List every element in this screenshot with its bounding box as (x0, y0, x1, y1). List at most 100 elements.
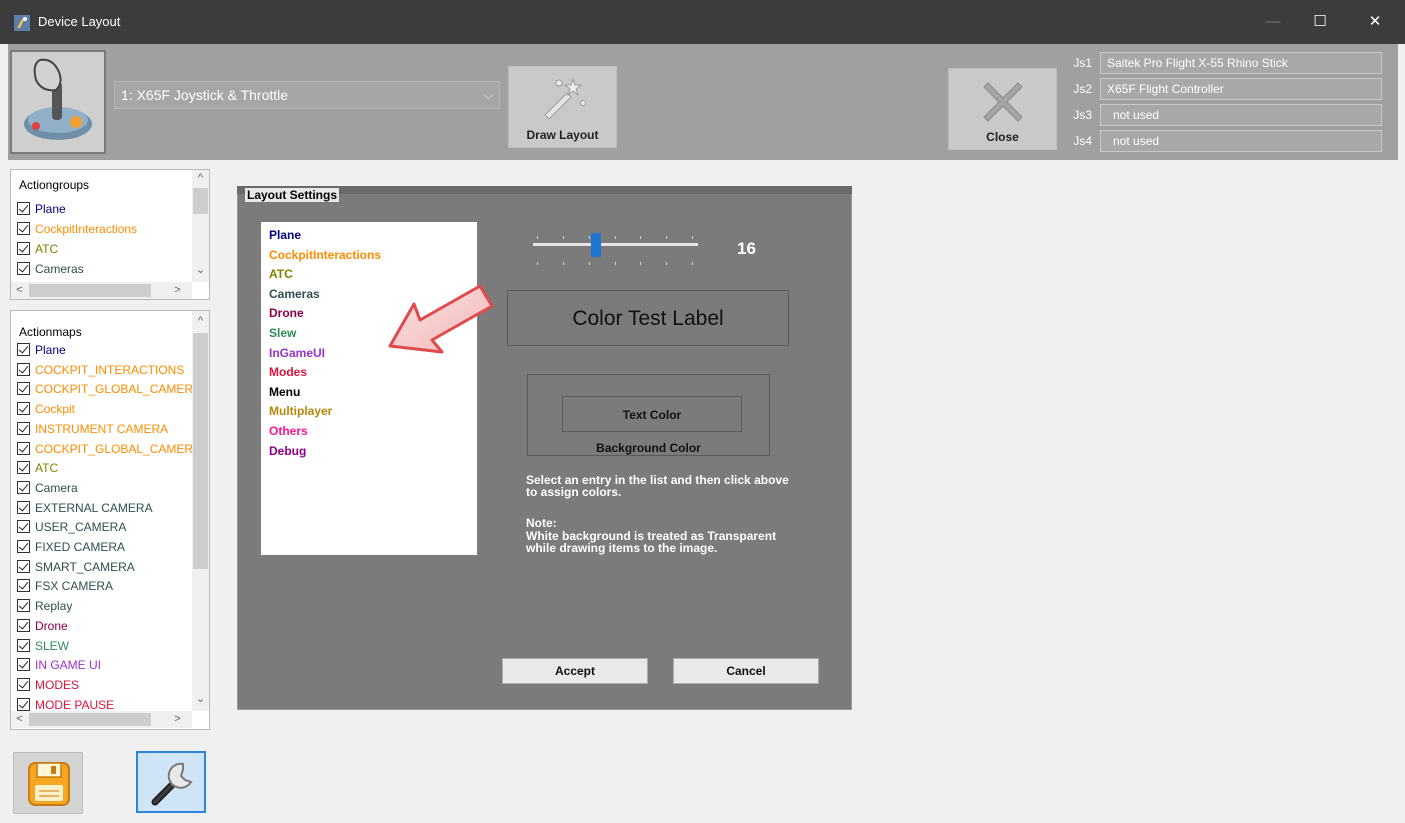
actiongroup-item[interactable]: ATC (17, 241, 189, 260)
actionmap-item[interactable]: MODES (17, 677, 193, 696)
scroll-right-icon[interactable]: > (169, 282, 186, 299)
scroll-down-icon[interactable]: ⌄ (192, 262, 209, 279)
maximize-button[interactable]: ☐ (1297, 0, 1343, 44)
checkbox-checked-icon[interactable] (17, 638, 30, 652)
actiongroups-hscroll[interactable]: < > (11, 282, 192, 299)
color-list-item[interactable]: Drone (269, 306, 304, 320)
settings-button[interactable] (136, 751, 206, 813)
actionmap-item[interactable]: USER_CAMERA (17, 519, 193, 538)
checkbox-checked-icon[interactable] (17, 579, 30, 593)
window-close-button[interactable]: ✕ (1352, 0, 1398, 44)
actionmap-item[interactable]: FSX CAMERA (17, 578, 193, 597)
checkbox-checked-icon[interactable] (17, 402, 30, 416)
actionmaps-panel[interactable]: Actionmaps Plane COCKPIT_INTERACTIONS COCK… (10, 310, 210, 730)
color-list-item[interactable]: Plane (269, 228, 301, 242)
color-list-item[interactable]: Debug (269, 444, 306, 458)
checkbox-checked-icon[interactable] (17, 441, 30, 455)
checkbox-checked-icon[interactable] (17, 677, 30, 691)
color-list-item[interactable]: Cameras (269, 287, 320, 301)
actiongroups-vscroll-thumb[interactable] (193, 188, 208, 214)
save-button[interactable] (13, 752, 83, 814)
actionmap-item[interactable]: SMART_CAMERA (17, 559, 193, 578)
color-list-item[interactable]: Slew (269, 326, 296, 340)
color-group-list[interactable]: Plane CockpitInteractions ATC Cameras Drone S… (261, 222, 477, 555)
scroll-up-icon[interactable]: ^ (192, 170, 209, 187)
checkbox-checked-icon[interactable] (17, 500, 30, 514)
actionmap-item[interactable]: INSTRUMENT CAMERA (17, 421, 193, 440)
actionmap-item[interactable]: COCKPIT_GLOBAL_CAMER (17, 381, 193, 400)
actionmap-item[interactable]: Cockpit (17, 401, 193, 420)
actiongroups-panel[interactable]: Actiongroups Plane CockpitInteractions ATC… (10, 169, 210, 300)
checkbox-checked-icon[interactable] (17, 480, 30, 494)
js2-field[interactable]: X65F Flight Controller (1100, 78, 1382, 100)
color-list-item[interactable]: CockpitInteractions (269, 248, 381, 262)
checkbox-checked-icon[interactable] (17, 222, 30, 235)
checkbox-checked-icon[interactable] (17, 262, 30, 275)
actionmap-item[interactable]: Replay (17, 598, 193, 617)
checkbox-checked-icon[interactable] (17, 520, 30, 534)
js1-label: Js1 (1073, 56, 1092, 70)
actionmap-item[interactable]: Camera (17, 480, 193, 499)
actionmap-item[interactable]: COCKPIT_GLOBAL_CAMER (17, 441, 193, 460)
minimize-button[interactable]: — (1250, 0, 1296, 44)
js3-field[interactable]: not used (1100, 104, 1382, 126)
color-list-item[interactable]: InGameUI (269, 346, 325, 360)
font-size-slider-thumb[interactable] (590, 233, 601, 257)
font-size-value: 16 (737, 239, 756, 258)
background-color-label[interactable]: Background Color (527, 441, 770, 455)
checkbox-checked-icon[interactable] (17, 362, 30, 376)
joystick-icon-button[interactable] (10, 50, 106, 154)
window-title: Device Layout (38, 14, 121, 29)
actiongroup-item[interactable]: CockpitInteractions (17, 221, 189, 240)
actionmap-item[interactable]: SLEW (17, 638, 193, 657)
device-select[interactable]: 1: X65F Joystick & Throttle ⌵ (114, 81, 500, 109)
cancel-button[interactable]: Cancel (673, 658, 819, 684)
color-list-item[interactable]: Modes (269, 365, 307, 379)
checkbox-checked-icon[interactable] (17, 658, 30, 672)
checkbox-checked-icon[interactable] (17, 382, 30, 396)
checkbox-checked-icon[interactable] (17, 540, 30, 553)
scroll-up-icon[interactable]: ^ (192, 313, 209, 330)
actiongroup-item[interactable]: Cameras (17, 261, 189, 280)
scroll-left-icon[interactable]: < (11, 711, 28, 728)
checkbox-checked-icon[interactable] (17, 461, 30, 475)
color-list-item[interactable]: Others (269, 424, 308, 438)
color-list-item[interactable]: ATC (269, 267, 293, 281)
font-size-slider-track[interactable] (533, 243, 698, 246)
checkbox-checked-icon[interactable] (17, 202, 30, 215)
checkbox-checked-icon[interactable] (17, 421, 30, 435)
checkbox-checked-icon[interactable] (17, 559, 30, 573)
actiongroups-hscroll-thumb[interactable] (29, 284, 151, 297)
accept-button[interactable]: Accept (502, 658, 648, 684)
actionmap-item[interactable]: ATC (17, 460, 193, 479)
text-color-button[interactable]: Text Color (562, 396, 742, 432)
actionmap-item[interactable]: IN GAME UI (17, 657, 193, 676)
actiongroups-vscroll[interactable]: ^ ⌄ (192, 170, 209, 282)
actionmaps-hscroll-thumb[interactable] (29, 713, 151, 726)
actionmap-item[interactable]: EXTERNAL CAMERA (17, 500, 193, 519)
js1-field[interactable]: Saitek Pro Flight X-55 Rhino Stick (1100, 52, 1382, 74)
slider-tick (562, 236, 564, 239)
scroll-right-icon[interactable]: > (169, 711, 186, 728)
draw-layout-button[interactable]: Draw Layout (508, 66, 617, 148)
close-button[interactable]: Close (948, 68, 1057, 150)
actionmaps-hscroll[interactable]: < > (11, 711, 192, 728)
checkbox-checked-icon[interactable] (17, 697, 30, 711)
color-list-item[interactable]: Menu (269, 385, 300, 399)
actionmap-item[interactable]: MODE PAUSE (17, 697, 193, 711)
actionmaps-vscroll-thumb[interactable] (193, 333, 208, 569)
actionmap-item[interactable]: FIXED CAMERA (17, 539, 193, 558)
js4-field[interactable]: not used (1100, 130, 1382, 152)
actionmaps-vscroll[interactable]: ^ ⌄ (192, 311, 209, 711)
checkbox-checked-icon[interactable] (17, 343, 30, 356)
checkbox-checked-icon[interactable] (17, 242, 30, 255)
color-list-item[interactable]: Multiplayer (269, 404, 332, 418)
actionmap-item[interactable]: COCKPIT_INTERACTIONS (17, 362, 193, 381)
scroll-down-icon[interactable]: ⌄ (192, 691, 209, 708)
checkbox-checked-icon[interactable] (17, 599, 30, 613)
checkbox-checked-icon[interactable] (17, 618, 30, 632)
actionmap-item[interactable]: Drone (17, 618, 193, 637)
actiongroup-item[interactable]: Plane (17, 201, 189, 220)
scroll-left-icon[interactable]: < (11, 282, 28, 299)
actionmap-item[interactable]: Plane (17, 342, 193, 361)
